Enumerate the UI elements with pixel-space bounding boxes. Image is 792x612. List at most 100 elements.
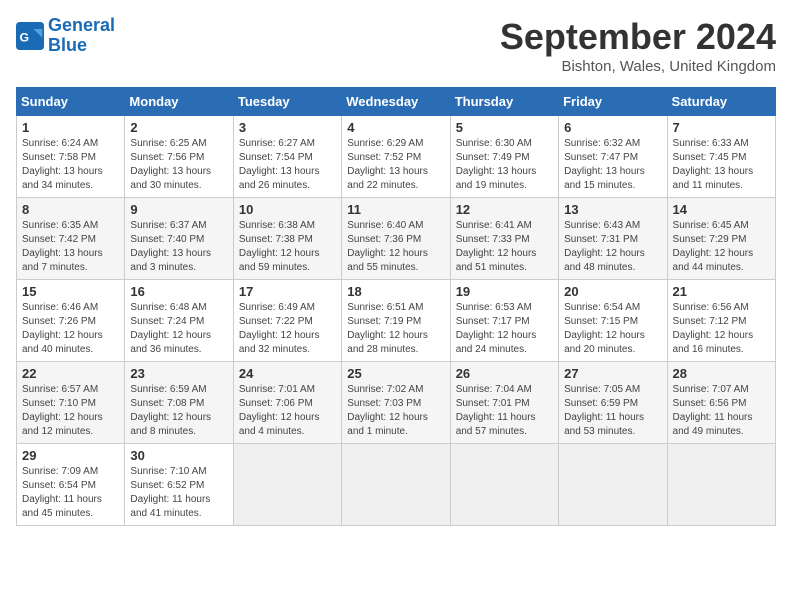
col-saturday: Saturday (667, 88, 775, 116)
empty-cell (450, 444, 558, 526)
day-number: 29 (22, 448, 119, 463)
day-number: 21 (673, 284, 770, 299)
calendar-location: Bishton, Wales, United Kingdom (500, 58, 776, 75)
calendar-title: September 2024 (500, 16, 776, 58)
day-cell-21: 21 Sunrise: 6:56 AM Sunset: 7:12 PM Dayl… (667, 280, 775, 362)
calendar-row: 29 Sunrise: 7:09 AM Sunset: 6:54 PM Dayl… (17, 444, 776, 526)
day-info: Sunrise: 6:35 AM Sunset: 7:42 PM Dayligh… (22, 219, 119, 275)
day-info: Sunrise: 7:05 AM Sunset: 6:59 PM Dayligh… (564, 383, 661, 439)
day-info: Sunrise: 6:32 AM Sunset: 7:47 PM Dayligh… (564, 137, 661, 193)
day-cell-5: 5 Sunrise: 6:30 AM Sunset: 7:49 PM Dayli… (450, 116, 558, 198)
day-info: Sunrise: 6:33 AM Sunset: 7:45 PM Dayligh… (673, 137, 770, 193)
col-tuesday: Tuesday (233, 88, 341, 116)
day-info: Sunrise: 6:30 AM Sunset: 7:49 PM Dayligh… (456, 137, 553, 193)
day-cell-12: 12 Sunrise: 6:41 AM Sunset: 7:33 PM Dayl… (450, 198, 558, 280)
day-cell-15: 15 Sunrise: 6:46 AM Sunset: 7:26 PM Dayl… (17, 280, 125, 362)
day-cell-16: 16 Sunrise: 6:48 AM Sunset: 7:24 PM Dayl… (125, 280, 233, 362)
day-cell-20: 20 Sunrise: 6:54 AM Sunset: 7:15 PM Dayl… (559, 280, 667, 362)
calendar-row: 8 Sunrise: 6:35 AM Sunset: 7:42 PM Dayli… (17, 198, 776, 280)
day-number: 5 (456, 120, 553, 135)
day-number: 17 (239, 284, 336, 299)
day-number: 26 (456, 366, 553, 381)
day-number: 19 (456, 284, 553, 299)
col-friday: Friday (559, 88, 667, 116)
day-cell-11: 11 Sunrise: 6:40 AM Sunset: 7:36 PM Dayl… (342, 198, 450, 280)
day-number: 13 (564, 202, 661, 217)
day-info: Sunrise: 7:10 AM Sunset: 6:52 PM Dayligh… (130, 465, 227, 521)
day-info: Sunrise: 6:59 AM Sunset: 7:08 PM Dayligh… (130, 383, 227, 439)
day-cell-25: 25 Sunrise: 7:02 AM Sunset: 7:03 PM Dayl… (342, 362, 450, 444)
day-cell-9: 9 Sunrise: 6:37 AM Sunset: 7:40 PM Dayli… (125, 198, 233, 280)
day-cell-24: 24 Sunrise: 7:01 AM Sunset: 7:06 PM Dayl… (233, 362, 341, 444)
day-cell-6: 6 Sunrise: 6:32 AM Sunset: 7:47 PM Dayli… (559, 116, 667, 198)
day-info: Sunrise: 7:01 AM Sunset: 7:06 PM Dayligh… (239, 383, 336, 439)
day-number: 11 (347, 202, 444, 217)
day-info: Sunrise: 6:53 AM Sunset: 7:17 PM Dayligh… (456, 301, 553, 357)
day-cell-14: 14 Sunrise: 6:45 AM Sunset: 7:29 PM Dayl… (667, 198, 775, 280)
day-number: 20 (564, 284, 661, 299)
empty-cell (233, 444, 341, 526)
day-cell-26: 26 Sunrise: 7:04 AM Sunset: 7:01 PM Dayl… (450, 362, 558, 444)
calendar-row: 1 Sunrise: 6:24 AM Sunset: 7:58 PM Dayli… (17, 116, 776, 198)
empty-cell (342, 444, 450, 526)
day-cell-29: 29 Sunrise: 7:09 AM Sunset: 6:54 PM Dayl… (17, 444, 125, 526)
day-cell-1: 1 Sunrise: 6:24 AM Sunset: 7:58 PM Dayli… (17, 116, 125, 198)
day-info: Sunrise: 6:38 AM Sunset: 7:38 PM Dayligh… (239, 219, 336, 275)
day-info: Sunrise: 6:37 AM Sunset: 7:40 PM Dayligh… (130, 219, 227, 275)
calendar-table: Sunday Monday Tuesday Wednesday Thursday… (16, 87, 776, 526)
col-monday: Monday (125, 88, 233, 116)
day-info: Sunrise: 6:27 AM Sunset: 7:54 PM Dayligh… (239, 137, 336, 193)
day-info: Sunrise: 6:25 AM Sunset: 7:56 PM Dayligh… (130, 137, 227, 193)
col-sunday: Sunday (17, 88, 125, 116)
day-info: Sunrise: 6:54 AM Sunset: 7:15 PM Dayligh… (564, 301, 661, 357)
day-number: 8 (22, 202, 119, 217)
day-cell-19: 19 Sunrise: 6:53 AM Sunset: 7:17 PM Dayl… (450, 280, 558, 362)
day-info: Sunrise: 7:04 AM Sunset: 7:01 PM Dayligh… (456, 383, 553, 439)
day-cell-27: 27 Sunrise: 7:05 AM Sunset: 6:59 PM Dayl… (559, 362, 667, 444)
day-cell-4: 4 Sunrise: 6:29 AM Sunset: 7:52 PM Dayli… (342, 116, 450, 198)
day-number: 23 (130, 366, 227, 381)
day-cell-30: 30 Sunrise: 7:10 AM Sunset: 6:52 PM Dayl… (125, 444, 233, 526)
day-info: Sunrise: 6:41 AM Sunset: 7:33 PM Dayligh… (456, 219, 553, 275)
day-cell-18: 18 Sunrise: 6:51 AM Sunset: 7:19 PM Dayl… (342, 280, 450, 362)
page-header: G General Blue September 2024 Bishton, W… (16, 16, 776, 75)
logo-icon: G (16, 22, 44, 50)
day-number: 15 (22, 284, 119, 299)
day-cell-10: 10 Sunrise: 6:38 AM Sunset: 7:38 PM Dayl… (233, 198, 341, 280)
day-number: 4 (347, 120, 444, 135)
calendar-row: 22 Sunrise: 6:57 AM Sunset: 7:10 PM Dayl… (17, 362, 776, 444)
day-info: Sunrise: 7:07 AM Sunset: 6:56 PM Dayligh… (673, 383, 770, 439)
logo-text: General Blue (48, 16, 115, 56)
day-cell-13: 13 Sunrise: 6:43 AM Sunset: 7:31 PM Dayl… (559, 198, 667, 280)
empty-cell (559, 444, 667, 526)
day-number: 7 (673, 120, 770, 135)
day-info: Sunrise: 6:51 AM Sunset: 7:19 PM Dayligh… (347, 301, 444, 357)
day-number: 10 (239, 202, 336, 217)
day-cell-22: 22 Sunrise: 6:57 AM Sunset: 7:10 PM Dayl… (17, 362, 125, 444)
day-info: Sunrise: 6:43 AM Sunset: 7:31 PM Dayligh… (564, 219, 661, 275)
day-number: 6 (564, 120, 661, 135)
day-cell-2: 2 Sunrise: 6:25 AM Sunset: 7:56 PM Dayli… (125, 116, 233, 198)
col-wednesday: Wednesday (342, 88, 450, 116)
day-info: Sunrise: 6:49 AM Sunset: 7:22 PM Dayligh… (239, 301, 336, 357)
day-cell-17: 17 Sunrise: 6:49 AM Sunset: 7:22 PM Dayl… (233, 280, 341, 362)
day-number: 14 (673, 202, 770, 217)
day-info: Sunrise: 7:02 AM Sunset: 7:03 PM Dayligh… (347, 383, 444, 439)
day-number: 27 (564, 366, 661, 381)
day-info: Sunrise: 6:24 AM Sunset: 7:58 PM Dayligh… (22, 137, 119, 193)
day-cell-28: 28 Sunrise: 7:07 AM Sunset: 6:56 PM Dayl… (667, 362, 775, 444)
day-number: 2 (130, 120, 227, 135)
day-info: Sunrise: 6:57 AM Sunset: 7:10 PM Dayligh… (22, 383, 119, 439)
day-cell-23: 23 Sunrise: 6:59 AM Sunset: 7:08 PM Dayl… (125, 362, 233, 444)
day-number: 28 (673, 366, 770, 381)
day-info: Sunrise: 6:46 AM Sunset: 7:26 PM Dayligh… (22, 301, 119, 357)
column-headers: Sunday Monday Tuesday Wednesday Thursday… (17, 88, 776, 116)
logo: G General Blue (16, 16, 115, 56)
day-info: Sunrise: 6:45 AM Sunset: 7:29 PM Dayligh… (673, 219, 770, 275)
day-number: 18 (347, 284, 444, 299)
day-number: 12 (456, 202, 553, 217)
day-number: 24 (239, 366, 336, 381)
day-info: Sunrise: 7:09 AM Sunset: 6:54 PM Dayligh… (22, 465, 119, 521)
day-number: 25 (347, 366, 444, 381)
day-info: Sunrise: 6:40 AM Sunset: 7:36 PM Dayligh… (347, 219, 444, 275)
